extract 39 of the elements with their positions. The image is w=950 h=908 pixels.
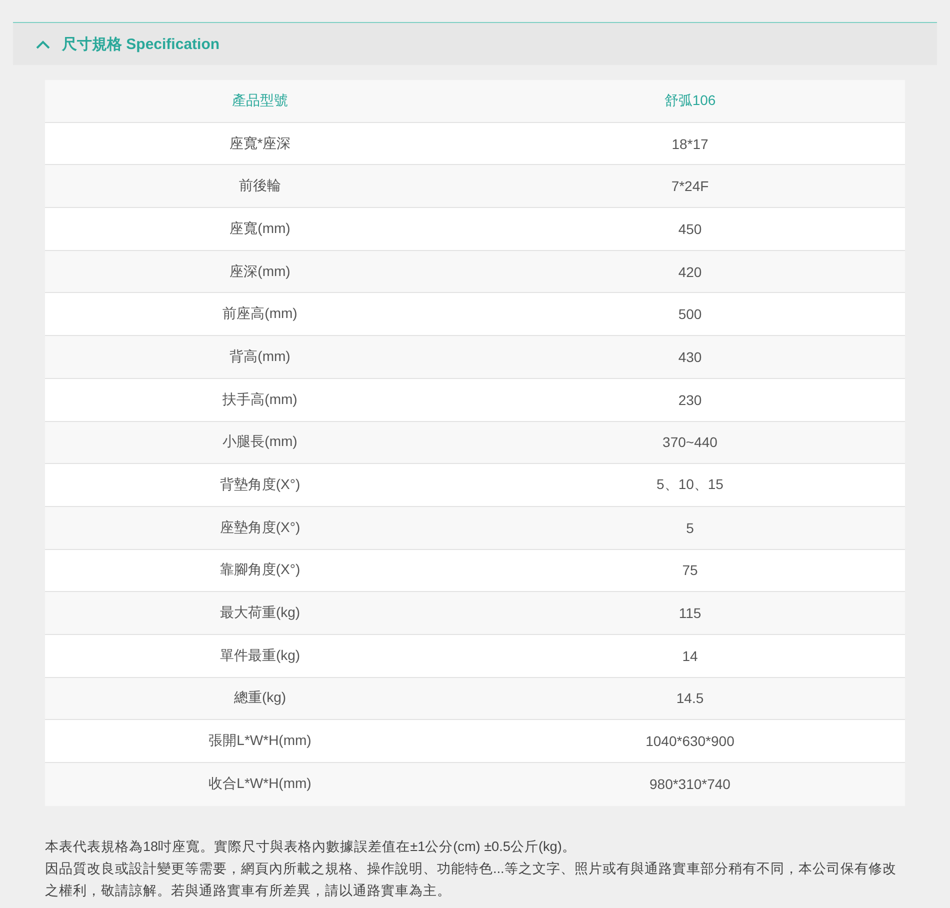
table-cell-text: 小腿長(mm) xyxy=(222,432,298,452)
table-cell-text: 430 xyxy=(677,348,703,367)
table-cell-text: 前座高(mm) xyxy=(222,304,298,324)
table-cell-text: 背高(mm) xyxy=(228,346,292,366)
table-cell-text: 扶手高(mm) xyxy=(222,390,298,409)
table-cell-text: 座墊角度(X°) xyxy=(218,518,302,537)
note-text: 因品質改良或設計變更等需要，網頁內所載之規格、操作說明、功能特色...等之文字、照片或有與通路實車部分稍有不同，本公司保有修改之權利，敬請諒解。若與通路實車有所差異，請以通路實車為主。 xyxy=(45,860,898,900)
table-cell-text: 14 xyxy=(681,646,699,666)
table-cell-text: 75 xyxy=(681,561,699,580)
table-cell-text: 座深(mm) xyxy=(228,262,292,281)
section-title: 尺寸規格 Specification xyxy=(62,34,220,54)
table-cell-text: 980*310*740 xyxy=(648,775,732,794)
table-cell-text: 收合L*W*H(mm) xyxy=(208,774,312,794)
table-cell-text: 1040*630*900 xyxy=(644,732,736,752)
table-cell-text: 7*24F xyxy=(670,177,710,196)
table-cell-text: 座寬(mm) xyxy=(228,218,292,238)
header-cell-text: 產品型號 xyxy=(231,90,289,110)
table-cell-text: 5、10、15 xyxy=(656,475,724,494)
table-cell-text: 420 xyxy=(677,262,703,282)
note-text: 本表代表規格為18吋座寬。實際尺寸與表格內數據誤差值在±1公分(cm) ±0.5公斤(kg)。 xyxy=(45,838,577,856)
table-cell-text: 230 xyxy=(677,390,703,410)
chevron-icon xyxy=(36,40,50,48)
table-cell-text: 450 xyxy=(677,220,703,239)
table-cell-text: 背墊角度(X°) xyxy=(218,475,302,494)
table-cell-text: 張開L*W*H(mm) xyxy=(208,731,312,750)
table-cell-text: 115 xyxy=(678,604,702,624)
table-cell-text: 前後輪 xyxy=(238,176,282,196)
table-cell-text: 最大荷重(kg) xyxy=(218,603,302,622)
header-cell-text: 舒弧106 xyxy=(663,90,717,110)
table-cell-text: 總重(kg) xyxy=(232,688,288,708)
table-cell-text: 靠腳角度(X°) xyxy=(218,560,302,580)
table-cell-text: 5 xyxy=(685,518,695,538)
table-cell-text: 500 xyxy=(677,305,703,324)
table-cell-text: 單件最重(kg) xyxy=(218,646,302,665)
table-cell-text: 18*17 xyxy=(670,134,710,154)
table-cell-text: 370~440 xyxy=(662,433,718,452)
table-cell-text: 14.5 xyxy=(675,689,705,708)
section-header[interactable]: 尺寸規格 Specification xyxy=(13,22,937,65)
table-cell-text: 座寬*座深 xyxy=(228,134,292,153)
